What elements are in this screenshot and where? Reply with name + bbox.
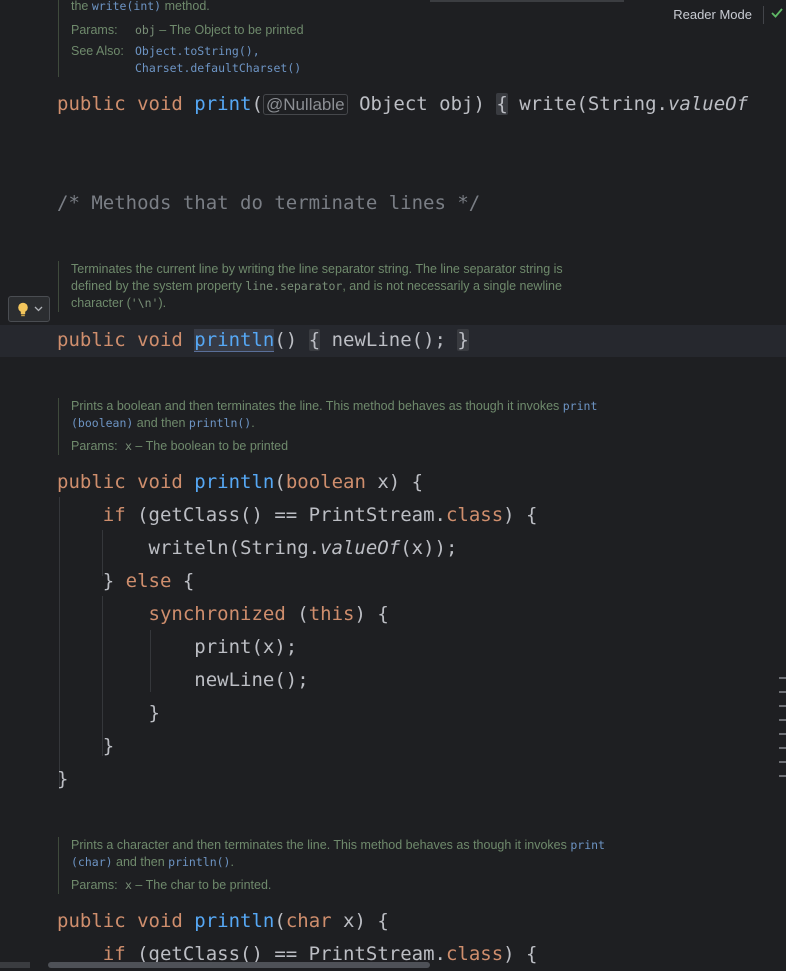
javadoc-println-char: Prints a character and then terminates t… (58, 837, 605, 894)
code-block-println-boolean[interactable]: public void println(boolean x) { if (get… (57, 466, 537, 796)
scrollbar-marker[interactable] (779, 691, 786, 693)
code-line: synchronized (this) { (148, 603, 389, 625)
code-line-print-object[interactable]: public void print(@Nullable Object obj) … (57, 88, 748, 121)
scrollbar-marker[interactable] (779, 775, 786, 777)
javadoc-println-boolean: Prints a boolean and then terminates the… (58, 398, 597, 455)
reader-mode-button[interactable]: Reader Mode (673, 7, 752, 22)
code-line: public void println(char x) { (57, 910, 389, 932)
doc-link-println[interactable]: println() (189, 416, 251, 430)
code-line: } (57, 768, 69, 790)
code-line-println[interactable]: public void println() { newLine(); } (57, 324, 469, 357)
check-icon[interactable] (770, 6, 784, 20)
scrollbar-marker[interactable] (779, 761, 786, 763)
intention-actions-button[interactable] (8, 296, 50, 322)
scrollbar-marker[interactable] (779, 719, 786, 721)
fold-marker-close[interactable]: } (457, 329, 469, 351)
scrollbar-marker[interactable] (779, 705, 786, 707)
horizontal-scrollbar-track (0, 962, 30, 968)
lightbulb-icon (18, 302, 28, 317)
javadoc-print-object: the write(int) method. Params: obj – The … (58, 0, 304, 77)
caret-word-println[interactable]: println (194, 329, 275, 352)
code-line: writeln(String.valueOf(x)); (148, 537, 458, 559)
doc-link-default-charset[interactable]: Charset.defaultCharset() (135, 61, 301, 75)
horizontal-scrollbar-thumb[interactable] (48, 962, 430, 968)
code-line: } else { (102, 570, 195, 592)
code-line: if (getClass() == PrintStream.class) { (102, 504, 538, 526)
fold-marker-open[interactable]: { (308, 329, 321, 351)
tab-strip-edge (430, 0, 624, 2)
scrollbar-marker[interactable] (779, 677, 786, 679)
fold-marker[interactable]: { (496, 93, 508, 115)
nullable-annotation-hint: @Nullable (262, 94, 348, 115)
toolbar-separator (763, 6, 764, 24)
javadoc-println: Terminates the current line by writing t… (58, 261, 563, 312)
scrollbar-marker[interactable] (779, 747, 786, 749)
doc-link-print-boolean[interactable]: print (563, 399, 598, 413)
doc-link-tostring[interactable]: Object.toString(), (135, 44, 260, 58)
doc-link-print-char[interactable]: print (570, 838, 605, 852)
doc-link-write[interactable]: write(int) (92, 0, 161, 13)
code-line: public void println(boolean x) { (57, 471, 424, 493)
code-line: } (102, 735, 115, 757)
doc-link-println-2[interactable]: println() (168, 855, 230, 869)
chevron-down-icon (34, 306, 43, 312)
code-line: } (148, 702, 160, 724)
section-comment: /* Methods that do terminate lines */ (57, 192, 481, 214)
scrollbar-marker[interactable] (779, 733, 786, 735)
code-line: newLine(); (194, 669, 309, 691)
code-line: print(x); (194, 636, 298, 658)
